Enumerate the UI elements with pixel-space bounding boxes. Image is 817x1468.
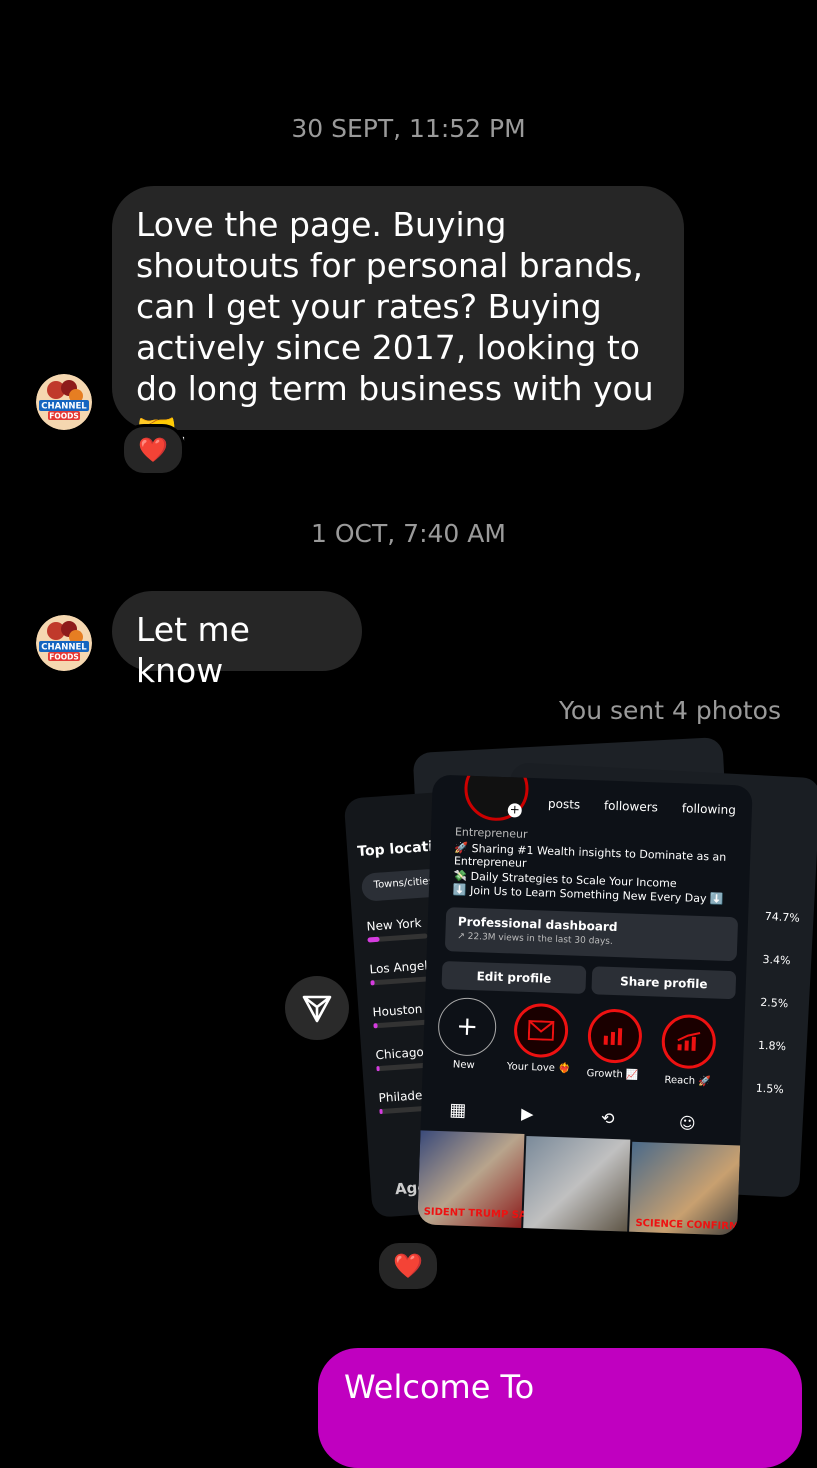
grid-icon: ▦ [448,1099,467,1121]
svg-text:CHANNEL: CHANNEL [41,402,87,412]
svg-text:FOODS: FOODS [49,652,79,661]
stat-following: following [681,801,737,818]
growth-chart-icon [660,1013,717,1070]
outgoing-message[interactable]: Welcome To [318,1348,802,1468]
sender-avatar[interactable]: CHANNEL FOODS [36,615,92,671]
message-text: Love the page. Buying shoutouts for pers… [136,205,654,449]
post-thumbnail: SIDENT TRUMP SAYS [417,1130,540,1230]
share-button[interactable] [285,976,349,1040]
add-story-icon: + [507,802,522,818]
photo-card-profile: + posts followers following Entrepreneur… [417,774,753,1236]
city-label: Houston [372,1001,423,1020]
message-text: Welcome To [344,1368,535,1406]
channel-foods-logo: CHANNEL FOODS [36,374,92,430]
chart-icon [587,1008,643,1064]
city-label: Philade [378,1088,423,1106]
heart-icon: ❤️ [138,436,168,464]
heart-reaction[interactable]: ❤️ [121,424,185,476]
incoming-message[interactable]: Let me know [112,591,362,690]
incoming-message[interactable]: Love the page. Buying shoutouts for pers… [112,186,684,449]
highlight-label: New [452,1059,475,1072]
message-text: Let me know [136,610,250,690]
city-percent: 1.5% [755,1081,785,1097]
stat-followers: followers [603,798,659,815]
svg-text:FOODS: FOODS [49,411,79,420]
highlight-label: Reach 🚀 [664,1074,711,1088]
repost-icon: ⟲ [600,1108,615,1129]
envelope-icon [513,1002,570,1059]
city-percent: 2.5% [759,995,789,1011]
channel-foods-logo: CHANNEL FOODS [36,615,92,671]
city-bar [370,976,431,986]
heart-reaction[interactable]: ❤️ [376,1240,440,1292]
send-icon [302,995,332,1023]
city-bar [367,933,428,943]
reels-icon: ▶ [520,1103,534,1124]
sent-photos-note: You sent 4 photos [558,696,781,725]
post-thumbnail [523,1136,631,1236]
sender-avatar[interactable]: CHANNEL FOODS [36,374,92,430]
edit-profile-button: Edit profile [441,960,587,995]
professional-dashboard: Professional dashboard ↗ 22.3M views in … [444,907,739,962]
city-percent: 74.7% [764,909,801,925]
profile-category: Entrepreneur [454,825,528,841]
tagged-icon: ☺ [678,1113,696,1133]
highlight-label: Your Love ❤️‍🔥 [506,1061,571,1075]
new-highlight-icon: + [437,996,498,1057]
stat-posts: posts [547,796,581,812]
timestamp: 1 OCT, 7:40 AM [311,519,506,548]
heart-icon: ❤️ [393,1252,423,1280]
post-thumbnail: SCIENCE CONFIRMS [628,1141,746,1236]
share-profile-button: Share profile [591,966,737,1000]
city-label: New York [366,915,422,934]
city-percent: 3.4% [762,952,791,968]
svg-text:CHANNEL: CHANNEL [41,643,87,653]
city-label: Chicago [375,1044,425,1063]
city-percent: 1.8% [757,1038,787,1054]
highlight-label: Growth 📈 [586,1068,639,1081]
timestamp: 30 SEPT, 11:52 PM [291,114,526,143]
